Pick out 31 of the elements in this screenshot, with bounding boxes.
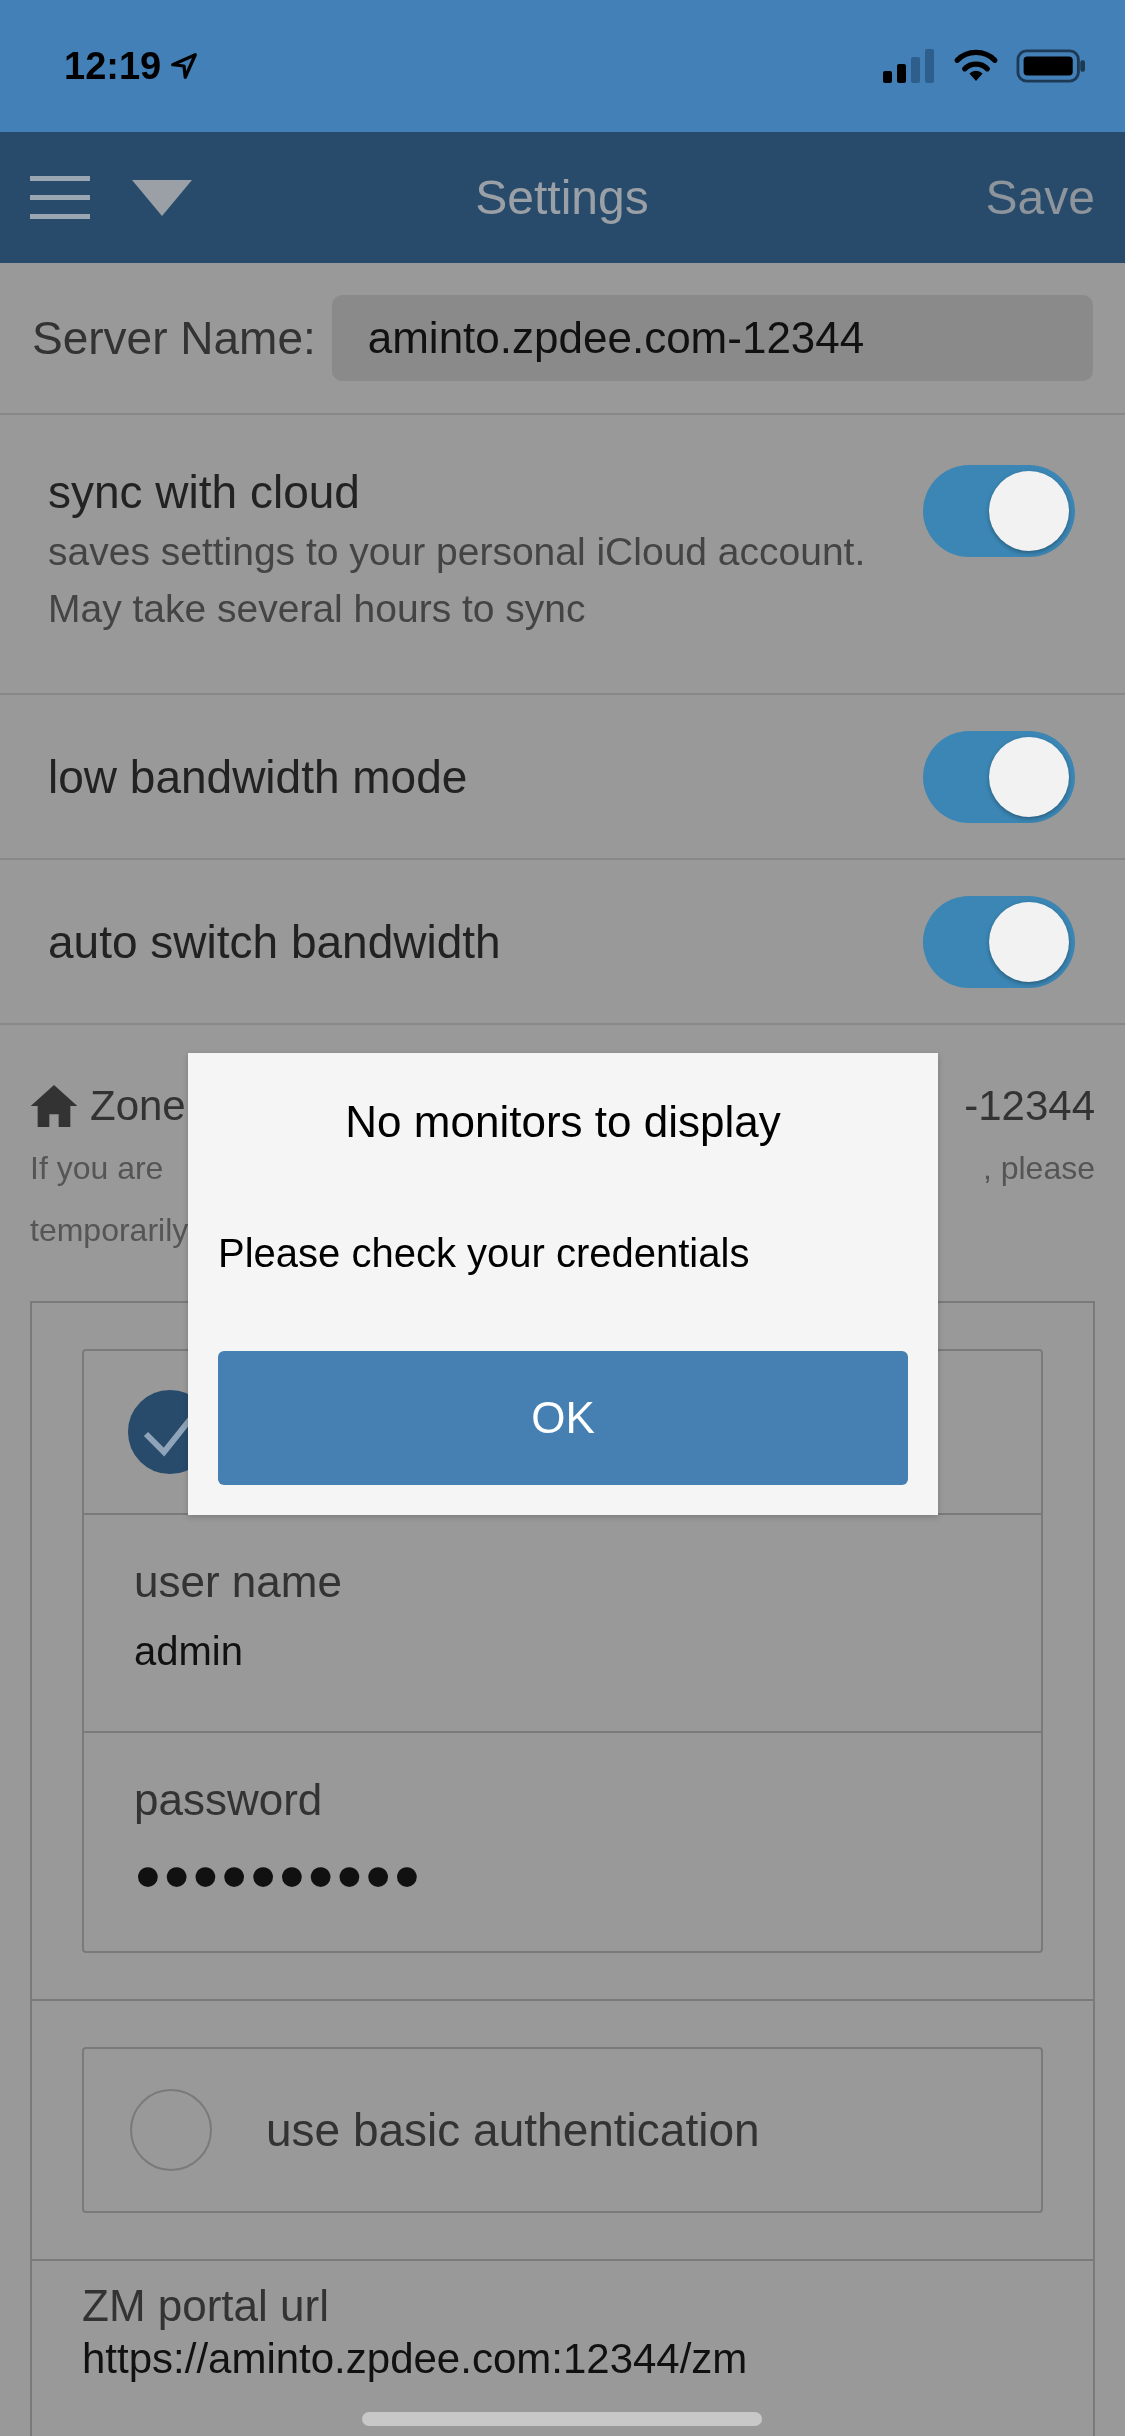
field-label: user name (134, 1557, 342, 1607)
option-label: use basic authentication (266, 2103, 760, 2157)
ok-button[interactable]: OK (218, 1351, 908, 1485)
field-label: ZM portal url (82, 2281, 329, 2331)
radio-button[interactable] (130, 2089, 212, 2171)
section-heading: Zone (90, 1082, 186, 1130)
toggle-label: low bandwidth mode (48, 749, 469, 804)
page-title: Settings (474, 170, 650, 225)
menu-icon[interactable] (30, 175, 90, 220)
section-heading: -12344 (964, 1082, 1095, 1130)
server-name-field[interactable]: aminto.zpdee.com-12344 (331, 295, 1093, 381)
status-time: 12:19 (64, 44, 162, 88)
hint-text: If you are (30, 1149, 164, 1187)
home-icon (30, 1085, 78, 1127)
input-field[interactable]: ●●●●●●●●●● (134, 1847, 422, 1901)
wifi-icon (953, 49, 999, 83)
battery-icon (1015, 49, 1087, 83)
field-label: password (134, 1775, 323, 1825)
location-arrow-icon (169, 51, 200, 81)
signal-icon (883, 49, 935, 83)
hint-text: , please (982, 1149, 1095, 1187)
toggle-label: auto switch bandwidth (48, 914, 502, 969)
toggle-label: sync with cloud (48, 465, 361, 519)
dialog-message: Please check your credentials (218, 1231, 750, 1276)
input-field[interactable]: admin (134, 1629, 243, 1674)
toggle-description: saves settings to your personal iCloud account. May take several hours to sync (48, 529, 867, 632)
dialog-title: No monitors to display (345, 1097, 781, 1147)
server-name-label: Server Name: (32, 311, 316, 365)
input-field[interactable]: https://aminto.zpdee.com:12344/zm (82, 2335, 748, 2383)
dropdown-triangle-icon[interactable] (132, 179, 192, 216)
hint-text: temporarily (30, 1211, 189, 1249)
